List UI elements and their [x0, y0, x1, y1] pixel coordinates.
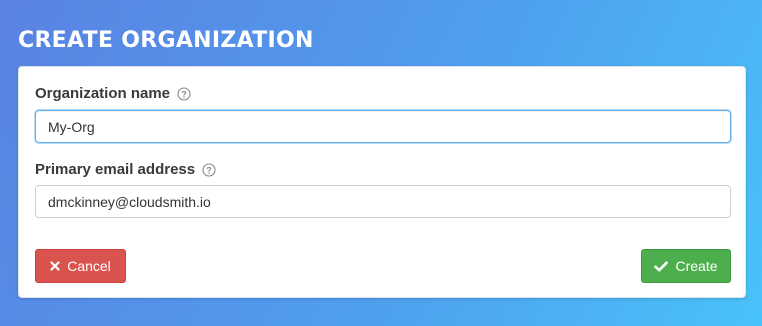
question-circle-icon[interactable] — [202, 162, 216, 177]
times-icon — [50, 261, 60, 271]
page-title: CREATE ORGANIZATION — [18, 28, 314, 53]
org-name-label: Organization name — [35, 85, 171, 102]
create-organization-form: Organization name Primary email address — [18, 66, 746, 298]
question-circle-icon[interactable] — [177, 86, 191, 101]
create-button[interactable]: Create — [641, 249, 731, 283]
create-button-label: Create — [675, 258, 718, 274]
org-name-input[interactable] — [35, 110, 731, 143]
check-icon — [654, 261, 669, 272]
email-field[interactable] — [35, 185, 731, 218]
email-label: Primary email address — [35, 161, 196, 178]
cancel-button-label: Cancel — [67, 258, 111, 274]
cancel-button[interactable]: Cancel — [35, 249, 126, 283]
email-label-row: Primary email address — [35, 161, 216, 178]
org-name-label-row: Organization name — [35, 85, 191, 102]
